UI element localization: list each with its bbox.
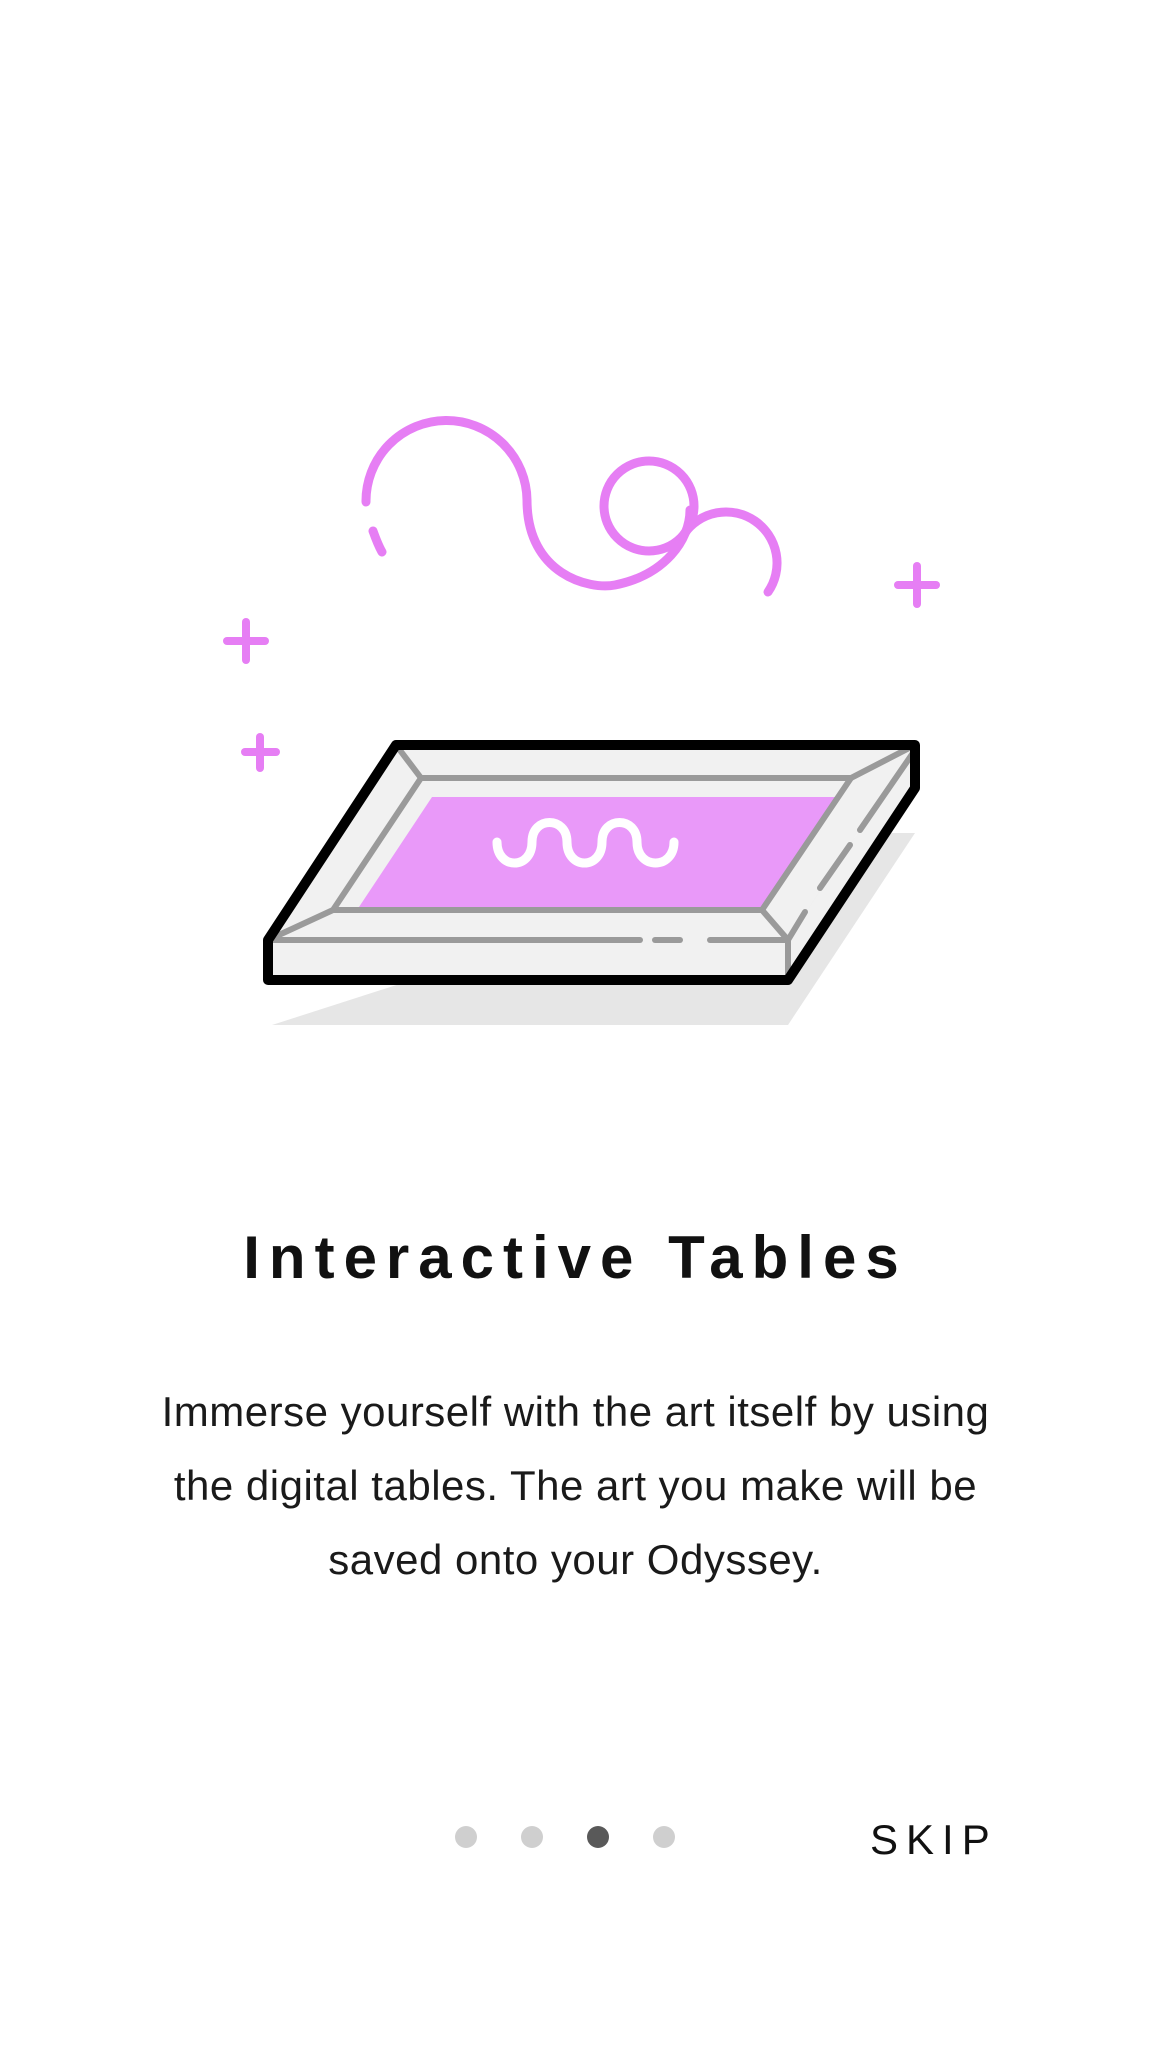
page-dot-3-active[interactable] — [587, 1826, 609, 1848]
skip-button[interactable]: SKIP — [870, 1812, 1010, 1868]
page-title: Interactive Tables — [243, 1224, 908, 1291]
page-dot-1[interactable] — [455, 1826, 477, 1848]
page-dot-2[interactable] — [521, 1826, 543, 1848]
onboarding-description: Immerse yourself with the art itself by … — [161, 1388, 990, 1583]
page-dot-4[interactable] — [653, 1826, 675, 1848]
swirl-icon — [361, 416, 782, 597]
interactive-table-illustration — [223, 416, 940, 1025]
interactive-table-icon — [263, 740, 920, 1025]
page-indicator — [455, 1824, 675, 1850]
sparkle-icon — [223, 562, 940, 772]
